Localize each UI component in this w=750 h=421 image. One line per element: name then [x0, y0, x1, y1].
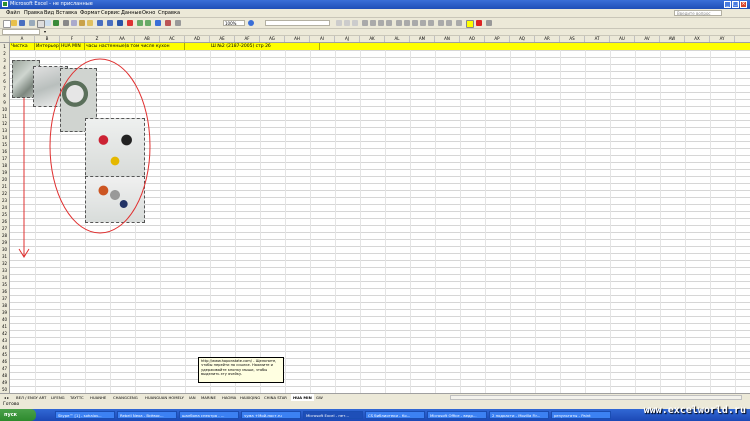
align-left-icon[interactable] [362, 20, 368, 26]
status-bar: Готово [0, 401, 750, 409]
sort-ascending-icon[interactable] [137, 20, 143, 26]
taskbar-item[interactable]: результаты - Paint [551, 411, 611, 419]
status-text: Готово [3, 402, 20, 407]
save-icon[interactable] [19, 20, 25, 26]
taskbar-item[interactable]: Microsoft Office - ведр... [427, 411, 487, 419]
italic-icon[interactable] [344, 20, 350, 26]
align-center-icon[interactable] [370, 20, 376, 26]
bold-icon[interactable] [336, 20, 342, 26]
tooltip-line: выделить эту ячейку. [201, 372, 243, 377]
standard-toolbar: 100% [0, 18, 750, 29]
fx-icon[interactable]: ▾ [44, 29, 46, 35]
increase-indent-icon[interactable] [446, 20, 452, 26]
horizontal-scrollbar[interactable] [450, 395, 742, 400]
sheet-tab[interactable]: GW [314, 394, 325, 401]
drawing-icon[interactable] [165, 20, 171, 26]
help-icon[interactable] [248, 20, 254, 26]
hyperlink-icon[interactable] [117, 20, 123, 26]
redo-icon[interactable] [107, 20, 113, 26]
sheet-tab[interactable]: MARINE [199, 394, 218, 401]
taskbar-item[interactable]: 2 подкасти - Mozilla Fir... [489, 411, 549, 419]
menu-tools[interactable]: Сервис [101, 9, 120, 17]
excel-app-icon [2, 1, 8, 7]
taskbar-item[interactable]: чума +Мой-пост.ru [241, 411, 301, 419]
decrease-decimal-icon[interactable] [428, 20, 434, 26]
toolbar-options-icon-2[interactable] [486, 20, 492, 26]
menu-file[interactable]: Файл [6, 9, 20, 17]
sheet-tab[interactable]: ВЕЛ / ENGY ART [14, 394, 48, 401]
taskbar-item[interactable]: CS библиотеки - Ко... [365, 411, 425, 419]
menu-insert[interactable]: Вставка [56, 9, 77, 17]
underline-icon[interactable] [352, 20, 358, 26]
cut-icon[interactable] [63, 20, 69, 26]
menu-format[interactable]: Формат [80, 9, 100, 17]
currency-icon[interactable] [396, 20, 402, 26]
sheet-tab[interactable]: HUANGUAN HOMELY [143, 394, 186, 401]
decrease-indent-icon[interactable] [438, 20, 444, 26]
sheet-tab-bar: ◂ ▸ ВЕЛ / ENGY ART LIFENG TAYTTC HUANHE … [0, 393, 750, 401]
borders-icon[interactable] [456, 20, 462, 26]
hyperlink-tooltip: http://www.hoponstate.com/ - Щелкните, ч… [198, 357, 284, 383]
windows-taskbar: пуск Skype™ [1] - sohalov... Rebell Nexa… [0, 405, 750, 421]
menu-data[interactable]: Данные [121, 9, 142, 17]
sheet-tab[interactable]: HAIXIQING [238, 394, 262, 401]
start-button[interactable]: пуск [0, 409, 36, 421]
taskbar-item-active[interactable]: Microsoft Excel - нет... [303, 411, 363, 419]
fill-color-icon[interactable] [466, 20, 474, 28]
sort-descending-icon[interactable] [145, 20, 151, 26]
title-bar: Microsoft Excel - не присланные _ □ × [0, 0, 750, 9]
menu-bar: Файл Правка Вид Вставка Формат Сервис Да… [0, 9, 750, 18]
minimize-button[interactable]: _ [724, 1, 731, 8]
annotation-layer [18, 58, 151, 258]
sheet-tab[interactable]: IAN [187, 394, 198, 401]
worksheet-grid[interactable]: A B F Z AA AB AC AD AE AF AG AH AI AJ AK… [0, 36, 750, 393]
chart-wizard-icon[interactable] [155, 20, 161, 26]
new-document-icon[interactable] [3, 20, 11, 28]
sheet-tab[interactable]: HAOMA [220, 394, 238, 401]
help-question-input[interactable]: Введите вопрос [674, 10, 722, 16]
zoom-select[interactable]: 100% [223, 20, 245, 26]
undo-icon[interactable] [97, 20, 103, 26]
site-watermark: www.excelworld.ru [643, 405, 746, 416]
sheet-tab[interactable]: LIFENG [49, 394, 67, 401]
print-preview-icon[interactable] [45, 20, 51, 26]
paste-icon[interactable] [79, 20, 85, 26]
name-box[interactable] [2, 29, 40, 35]
toolbar-options-icon[interactable] [175, 20, 181, 26]
font-color-icon[interactable] [476, 20, 482, 26]
menu-help[interactable]: Справка [158, 9, 180, 17]
merge-center-icon[interactable] [386, 20, 392, 26]
taskbar-item[interactable]: Rebell Nexa - Всёвос... [117, 411, 177, 419]
spelling-icon[interactable] [53, 20, 59, 26]
taskbar-item[interactable]: шалбона спектра - ... [179, 411, 239, 419]
tab-scroll-arrows[interactable]: ◂ ▸ [2, 394, 11, 401]
maximize-button[interactable]: □ [732, 1, 739, 8]
align-right-icon[interactable] [378, 20, 384, 26]
close-button[interactable]: × [740, 1, 747, 8]
permission-icon[interactable] [29, 20, 35, 26]
menu-view[interactable]: Вид [44, 9, 54, 17]
taskbar-item[interactable]: Skype™ [1] - sohalov... [55, 411, 115, 419]
autosum-icon[interactable] [127, 20, 133, 26]
percent-icon[interactable] [404, 20, 410, 26]
menu-edit[interactable]: Правка [24, 9, 43, 17]
sheet-tab-active[interactable]: HUA MIN [291, 394, 314, 401]
sheet-tab[interactable]: TAYTTC [68, 394, 86, 401]
sheet-tab[interactable]: CHANGCENG [111, 394, 140, 401]
red-ellipse-annotation [49, 58, 151, 234]
window-title: Microsoft Excel - не присланные [10, 1, 93, 7]
copy-icon[interactable] [71, 20, 77, 26]
open-folder-icon[interactable] [11, 20, 17, 26]
format-painter-icon[interactable] [87, 20, 93, 26]
font-name-select[interactable] [265, 20, 330, 26]
menu-window[interactable]: Окно [142, 9, 155, 17]
increase-decimal-icon[interactable] [420, 20, 426, 26]
sheet-tab[interactable]: CHINA STAR [262, 394, 289, 401]
print-icon[interactable] [37, 20, 45, 28]
comma-style-icon[interactable] [412, 20, 418, 26]
sheet-tab[interactable]: HUANHE [88, 394, 108, 401]
formula-bar: ▾ [0, 29, 750, 36]
